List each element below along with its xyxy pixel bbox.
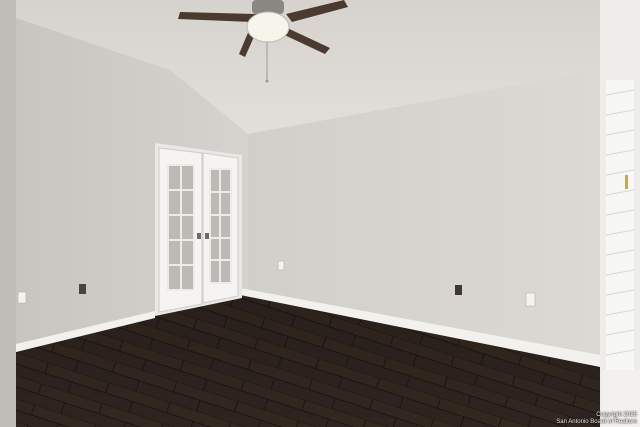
window-blinds[interactable] xyxy=(600,0,640,427)
watermark-line-1: Copyright 2025 xyxy=(596,412,637,418)
room-photo: Copyright 2025 San Antonio Board of Real… xyxy=(0,0,640,427)
wall-outlet-back-left xyxy=(277,260,285,271)
wall-outlet-left xyxy=(17,291,27,304)
fan-light xyxy=(246,11,290,43)
cable-jack xyxy=(79,284,86,294)
french-doors[interactable] xyxy=(155,143,242,316)
wall-outlet-back-right xyxy=(525,292,536,307)
copyright-watermark: Copyright 2025 San Antonio Board of Real… xyxy=(547,412,637,426)
left-corner-wall xyxy=(0,0,16,427)
watermark-line-2: San Antonio Board of Realtors xyxy=(556,419,637,425)
door-handle-left xyxy=(197,233,201,239)
cable-jack-back xyxy=(455,285,462,295)
blind-wand xyxy=(625,175,628,189)
door-handle-right xyxy=(205,233,209,239)
